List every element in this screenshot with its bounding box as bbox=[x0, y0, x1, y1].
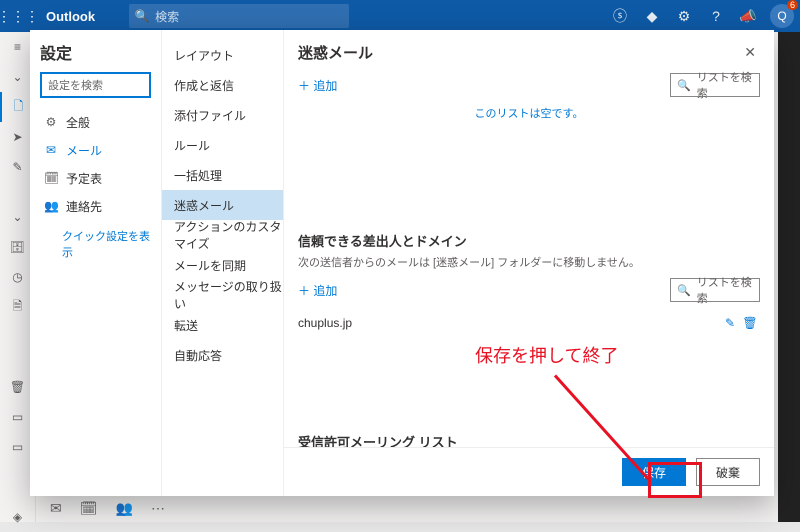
add-blocked-button[interactable]: ＋ 追加 bbox=[298, 77, 337, 94]
ml-title: 受信許可メーリング リスト bbox=[298, 432, 760, 447]
search-placeholder: 検索 bbox=[155, 8, 179, 25]
save-button[interactable]: 保存 bbox=[622, 458, 686, 486]
menu-rules[interactable]: ルール bbox=[162, 130, 283, 160]
cat-label: メール bbox=[66, 142, 102, 159]
megaphone-icon[interactable]: 📣 bbox=[732, 8, 764, 25]
cat-label: 全般 bbox=[66, 114, 90, 131]
avatar-initial: Q bbox=[777, 9, 786, 23]
avatar[interactable]: Q 6 bbox=[770, 4, 794, 28]
menu-compose[interactable]: 作成と返信 bbox=[162, 70, 283, 100]
help-icon[interactable]: ? bbox=[700, 8, 732, 24]
gear-icon: ⚙ bbox=[44, 115, 58, 129]
diamond-icon[interactable]: ◆ bbox=[636, 8, 668, 25]
close-button[interactable]: ✕ bbox=[740, 40, 760, 65]
safe-domain: chuplus.jp bbox=[298, 316, 720, 330]
bottom-people-icon[interactable]: 👥 bbox=[116, 500, 133, 517]
search-icon: 🔍 bbox=[677, 79, 691, 92]
brand-label: Outlook bbox=[36, 9, 105, 24]
settings-modal: 設定 設定を検索 ⚙ 全般 ✉ メール 🗓 予定表 👥 連絡先 クイック設定を表… bbox=[30, 30, 774, 496]
safe-senders-desc: 次の送信者からのメールは [迷惑メール] フォルダーに移動しません。 bbox=[298, 254, 760, 270]
menu-autoreply[interactable]: 自動応答 bbox=[162, 340, 283, 370]
menu-layout[interactable]: レイアウト bbox=[162, 40, 283, 70]
bottom-calendar-icon[interactable]: 🗓 bbox=[80, 500, 98, 517]
notif-badge: 6 bbox=[787, 0, 798, 10]
search-label: リストを検索 bbox=[697, 274, 753, 306]
mail-submenu: レイアウト 作成と返信 添付ファイル ルール 一括処理 迷惑メール アクションの… bbox=[162, 30, 284, 496]
search-safe[interactable]: 🔍 リストを検索 bbox=[670, 278, 760, 302]
search-label: リストを検索 bbox=[697, 71, 753, 101]
app-launcher-icon[interactable]: ⋮⋮⋮ bbox=[0, 8, 36, 25]
cat-people[interactable]: 👥 連絡先 bbox=[40, 192, 151, 220]
safe-senders-title: 信頼できる差出人とドメイン bbox=[298, 231, 760, 250]
calendar-icon: 🗓 bbox=[44, 171, 58, 185]
cat-label: 予定表 bbox=[66, 170, 102, 187]
menu-sweep[interactable]: 一括処理 bbox=[162, 160, 283, 190]
global-search[interactable]: 🔍 検索 bbox=[129, 4, 349, 28]
people-icon: 👥 bbox=[44, 199, 58, 213]
gear-icon[interactable]: ⚙ bbox=[668, 8, 700, 25]
edit-icon[interactable]: ✎ bbox=[720, 316, 740, 330]
safe-entry: chuplus.jp ✎ 🗑 bbox=[298, 310, 760, 336]
menu-sync[interactable]: メールを同期 bbox=[162, 250, 283, 280]
rail-tag-icon[interactable]: ◈ bbox=[0, 502, 35, 532]
search-blocked[interactable]: 🔍 リストを検索 bbox=[670, 73, 760, 97]
bottom-more-icon[interactable]: ⋯ bbox=[151, 500, 165, 517]
menu-handling[interactable]: メッセージの取り扱い bbox=[162, 280, 283, 310]
cat-label: 連絡先 bbox=[66, 198, 102, 215]
bottom-mail-icon[interactable]: ✉ bbox=[50, 500, 62, 517]
search-icon: 🔍 bbox=[677, 284, 691, 297]
quick-settings-link[interactable]: クイック設定を表示 bbox=[40, 228, 151, 260]
mail-icon: ✉ bbox=[44, 143, 58, 157]
empty-list-message: このリストは空です。 bbox=[298, 105, 760, 121]
cat-mail[interactable]: ✉ メール bbox=[40, 136, 151, 164]
skype-icon[interactable]: ⓢ bbox=[604, 6, 636, 26]
menu-attachments[interactable]: 添付ファイル bbox=[162, 100, 283, 130]
right-ad-strip bbox=[778, 32, 800, 522]
discard-button[interactable]: 破棄 bbox=[696, 458, 760, 486]
menu-junk[interactable]: 迷惑メール bbox=[162, 190, 283, 220]
menu-custom-actions[interactable]: アクションのカスタマイズ bbox=[162, 220, 283, 250]
cat-calendar[interactable]: 🗓 予定表 bbox=[40, 164, 151, 192]
settings-search[interactable]: 設定を検索 bbox=[40, 72, 151, 98]
menu-forwarding[interactable]: 転送 bbox=[162, 310, 283, 340]
settings-search-placeholder: 設定を検索 bbox=[48, 77, 103, 93]
add-safe-button[interactable]: ＋ 追加 bbox=[298, 282, 337, 299]
delete-icon[interactable]: 🗑 bbox=[740, 316, 760, 330]
panel-title: 迷惑メール bbox=[298, 42, 740, 63]
settings-title: 設定 bbox=[40, 40, 151, 64]
cat-general[interactable]: ⚙ 全般 bbox=[40, 108, 151, 136]
search-icon: 🔍 bbox=[129, 9, 155, 23]
